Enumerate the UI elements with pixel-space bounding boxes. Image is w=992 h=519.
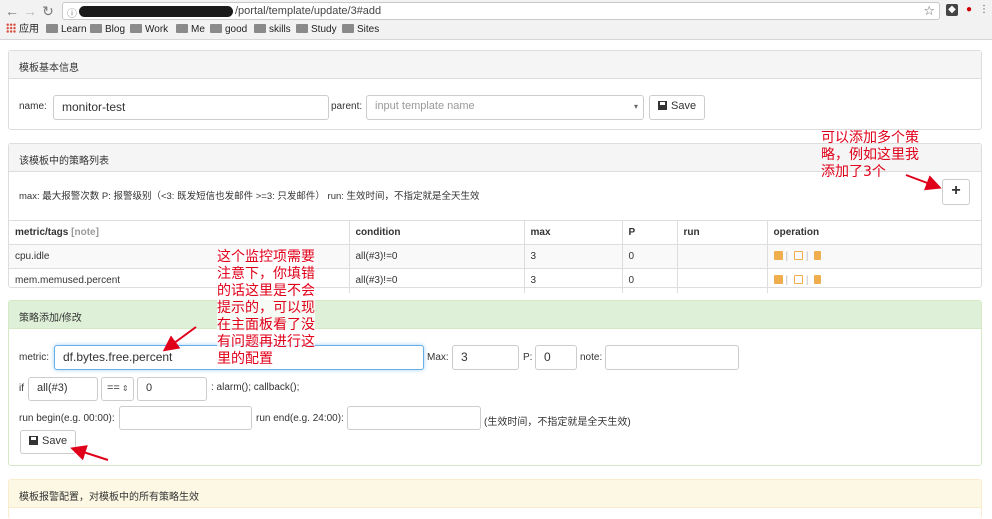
annotation-add-strategies: 可以添加多个策 略，例如这里我 添加了3个 — [821, 130, 919, 180]
arrow-to-save-button — [70, 445, 109, 461]
annotation-metric-warning: 这个监控项需要 注意下，你填错 的话这里是不会 提示的，可以现 在主面板看了没 … — [217, 249, 315, 368]
annotation-arrows — [70, 174, 942, 461]
arrow-to-metric-input — [162, 326, 197, 352]
